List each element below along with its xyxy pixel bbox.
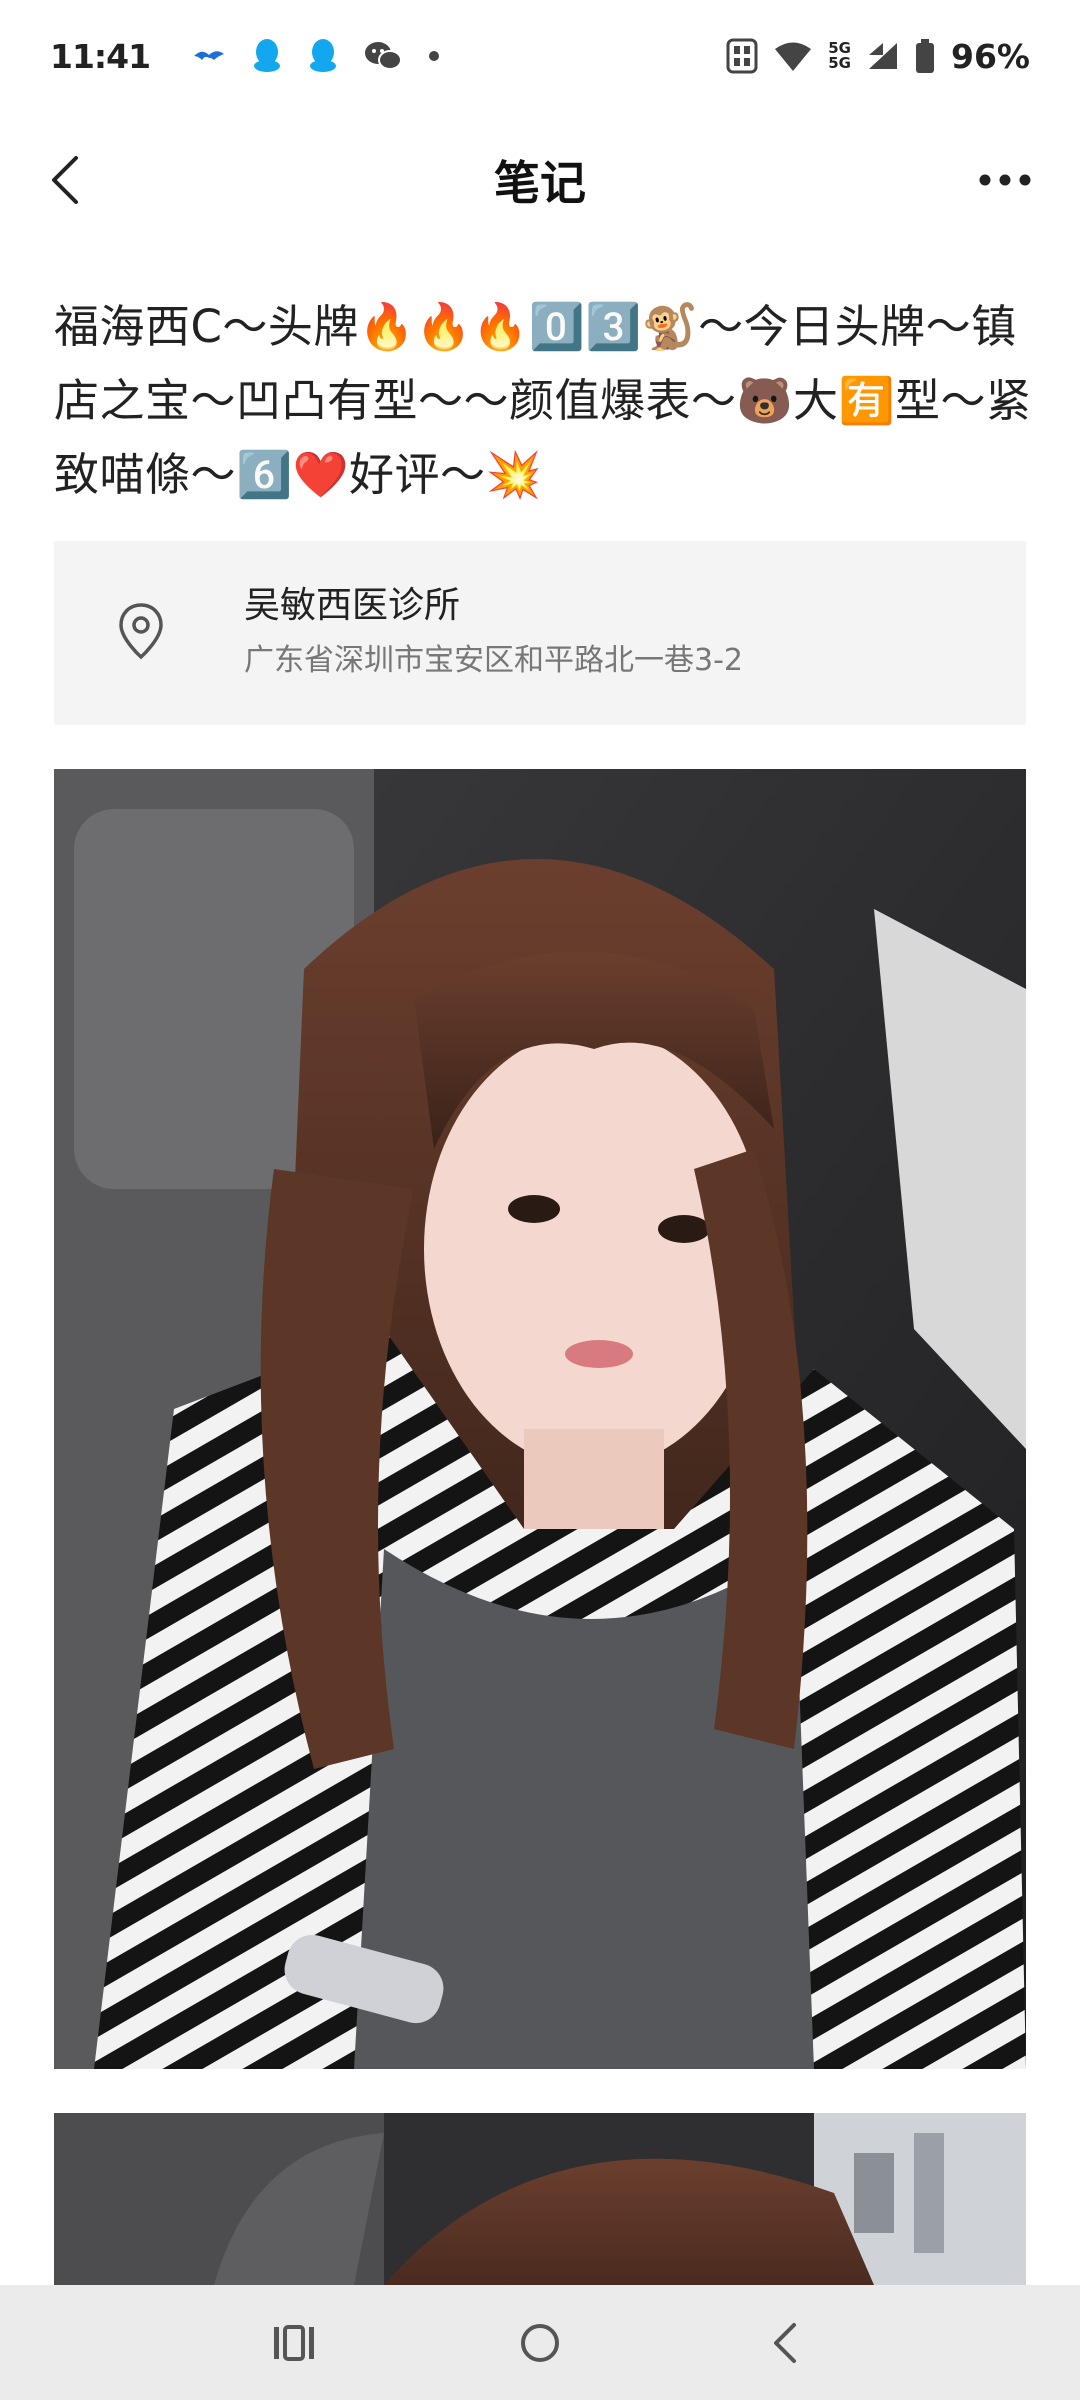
wechat-icon (364, 40, 403, 72)
qq-icon (252, 38, 282, 74)
nfc-icon (726, 38, 758, 74)
chevron-left-icon (52, 156, 78, 204)
system-back-button[interactable] (745, 2303, 825, 2383)
network-label: 5G 5G (828, 41, 851, 71)
page-title: 笔记 (494, 156, 586, 210)
location-name: 吴敏西医诊所 (244, 585, 461, 626)
note-title: 福海西C～头牌🔥🔥🔥0️⃣3️⃣🐒～今日头牌～镇店之宝～凹凸有型～～颜值爆表～🐻… (54, 300, 1032, 501)
location-pin-icon (116, 601, 176, 667)
more-dots-icon (979, 174, 1031, 186)
bird-icon (192, 46, 226, 66)
status-bar: 11:41 5G 5G 96% (0, 0, 1080, 112)
note-photo[interactable] (54, 2113, 1026, 2285)
recents-button[interactable] (254, 2303, 334, 2383)
note-photo[interactable] (54, 769, 1026, 2069)
dot-icon (428, 50, 440, 62)
home-button[interactable] (500, 2303, 580, 2383)
location-card[interactable]: 吴敏西医诊所 广东省深圳市宝安区和平路北一巷3-2 (54, 541, 1026, 725)
status-right: 5G 5G 96% (726, 37, 1030, 76)
battery-icon (915, 39, 935, 73)
photo-selfie-car (54, 769, 1026, 2069)
signal-icon (867, 41, 899, 71)
wifi-icon (774, 40, 812, 72)
app-header: 笔记 (0, 125, 1080, 235)
status-left: 11:41 (50, 37, 440, 76)
navigation-bar (0, 2285, 1080, 2400)
network-bottom: 5G (828, 54, 851, 72)
battery-percent: 96% (951, 36, 1030, 76)
location-text: 吴敏西医诊所 广东省深圳市宝安区和平路北一巷3-2 (244, 581, 743, 683)
back-button[interactable] (30, 145, 100, 215)
status-time: 11:41 (50, 36, 151, 76)
photo-selfie-car-partial (54, 2113, 1026, 2285)
more-button[interactable] (970, 150, 1040, 210)
home-circle-icon (521, 2324, 559, 2362)
qq-icon (308, 38, 338, 74)
location-address: 广东省深圳市宝安区和平路北一巷3-2 (244, 643, 743, 678)
recents-icon (274, 2325, 314, 2361)
back-chevron-icon (774, 2323, 796, 2363)
